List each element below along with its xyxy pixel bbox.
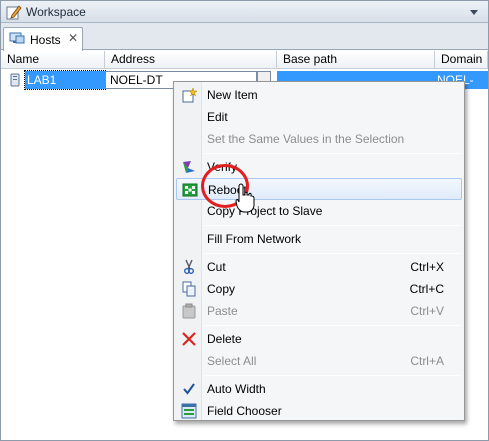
menu-item-select-all: Select All Ctrl+A (176, 350, 462, 372)
delete-icon (182, 332, 196, 346)
mouse-pointer-icon (235, 183, 255, 213)
column-header-domain[interactable]: Domain (435, 51, 488, 69)
menu-item-label: Delete (207, 332, 242, 346)
menu-separator (205, 325, 461, 326)
cell-name[interactable]: LAB1 (24, 70, 106, 90)
menu-item-label: Copy (207, 282, 236, 296)
menu-separator (205, 253, 461, 254)
title-bar: Workspace (1, 1, 488, 23)
window-title: Workspace (26, 5, 86, 19)
menu-item-label: Cut (207, 260, 226, 274)
menu-item-shortcut: Ctrl+A (410, 354, 444, 368)
new-item-icon (182, 87, 197, 103)
field-chooser-icon (181, 403, 197, 419)
menu-item-new-item[interactable]: New Item (176, 84, 462, 106)
context-menu: New Item Edit Set the Same Values in the… (173, 81, 465, 421)
tab-close-icon[interactable]: ✕ (68, 31, 78, 45)
menu-item-shortcut: Ctrl+X (410, 260, 444, 274)
menu-separator (205, 375, 461, 376)
tab-label: Hosts (30, 33, 61, 47)
menu-item-label: Field Chooser (207, 404, 282, 418)
workspace-pencil-icon (6, 5, 22, 20)
menu-item-edit[interactable]: Edit (176, 106, 462, 128)
menu-item-label: Set the Same Values in the Selection (207, 132, 405, 146)
checkmark-icon (183, 383, 195, 395)
menu-item-fill-from-network[interactable]: Fill From Network (176, 228, 462, 250)
menu-item-label: Select All (207, 354, 257, 368)
paste-icon (182, 303, 196, 319)
column-header-address[interactable]: Address (105, 51, 277, 69)
menu-item-label: Fill From Network (207, 232, 302, 246)
menu-item-label: Paste (207, 304, 238, 318)
menu-item-label: New Item (207, 88, 258, 102)
verify-icon (183, 161, 195, 173)
menu-separator (205, 153, 461, 154)
menu-item-shortcut: Ctrl+V (410, 304, 444, 318)
menu-item-label: Auto Width (207, 382, 266, 396)
column-header-base-path[interactable]: Base path (277, 51, 435, 69)
tab-strip: Hosts ✕ (1, 23, 488, 51)
menu-separator (205, 225, 461, 226)
menu-item-delete[interactable]: Delete (176, 328, 462, 350)
menu-item-paste: Paste Ctrl+V (176, 300, 462, 322)
copy-icon (182, 281, 196, 297)
hosts-computer-icon (9, 32, 25, 44)
reboot-icon (182, 183, 198, 197)
host-server-icon (10, 73, 20, 87)
workspace-window: Workspace Hosts ✕ Name Address Base path… (0, 0, 489, 441)
menu-item-field-chooser[interactable]: Field Chooser (176, 400, 462, 422)
menu-item-shortcut: Ctrl+C (409, 282, 444, 296)
scissors-icon (184, 259, 194, 274)
menu-item-copy[interactable]: Copy Ctrl+C (176, 278, 462, 300)
column-header-name[interactable]: Name (1, 51, 105, 69)
menu-item-label: Edit (207, 110, 228, 124)
menu-item-auto-width[interactable]: Auto Width (176, 378, 462, 400)
menu-item-cut[interactable]: Cut Ctrl+X (176, 256, 462, 278)
tab-hosts[interactable]: Hosts ✕ (3, 27, 83, 51)
window-menu-dropdown-icon[interactable] (468, 6, 480, 18)
menu-item-set-same-values: Set the Same Values in the Selection (176, 128, 462, 150)
